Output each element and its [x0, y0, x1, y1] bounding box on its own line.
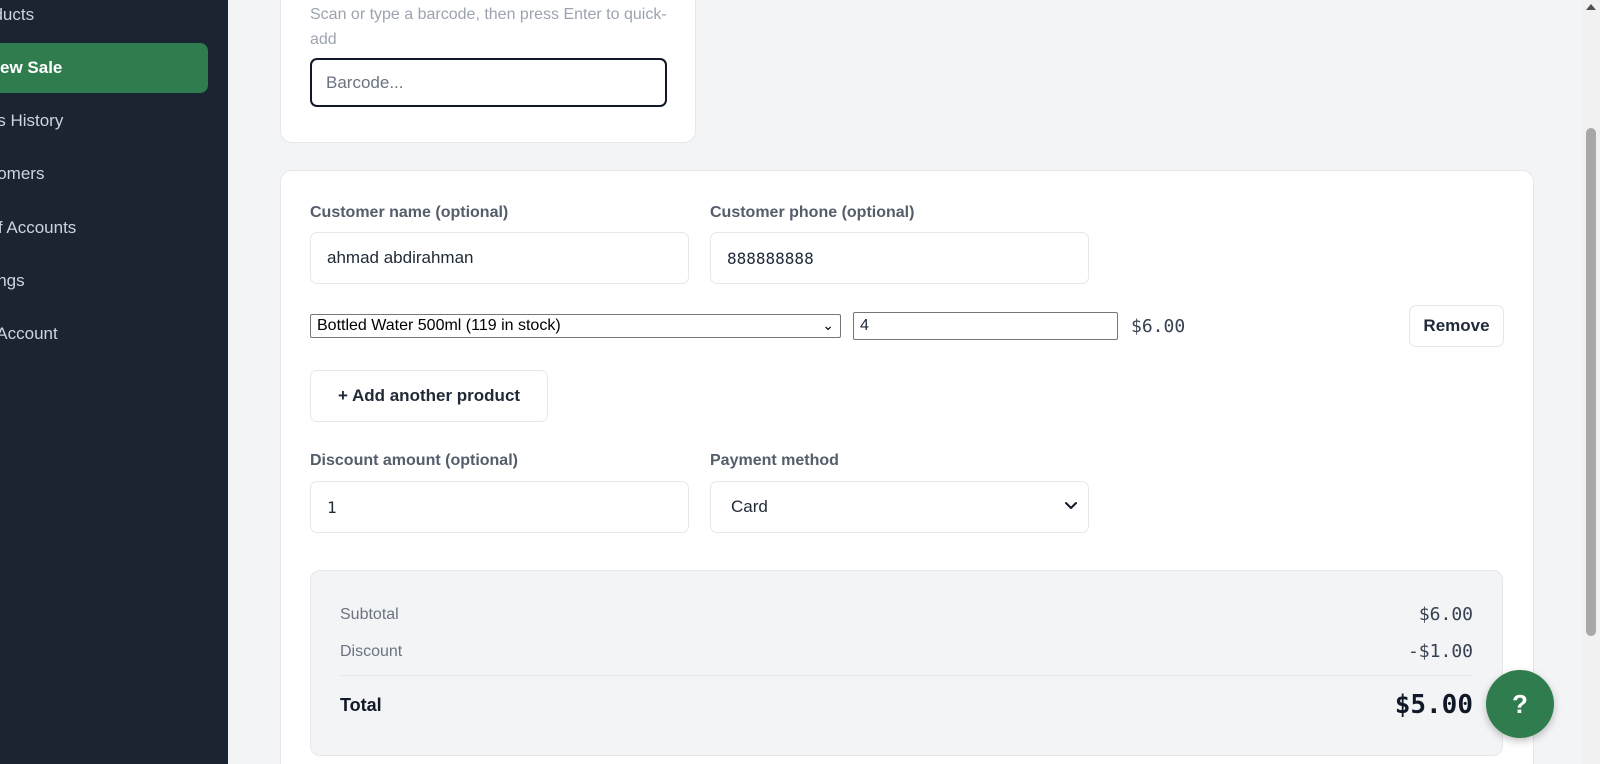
sidebar-item-label: stomers — [0, 164, 45, 183]
chevron-down-icon — [1065, 502, 1077, 509]
remove-button[interactable]: Remove — [1409, 305, 1504, 347]
payment-method-label: Payment method — [710, 452, 839, 469]
customer-name-label: Customer name (optional) — [310, 204, 509, 221]
sidebar-item-label: ttings — [0, 271, 25, 290]
subtotal-value: $6.00 — [1418, 604, 1473, 625]
customer-phone-label: Customer phone (optional) — [710, 204, 915, 221]
sidebar-item-customers[interactable]: stomers — [0, 149, 208, 199]
customer-name-value: ahmad abdirahman — [327, 248, 474, 267]
scrollbar[interactable] — [1582, 0, 1600, 764]
sidebar-item-products[interactable]: oducts — [0, 0, 208, 40]
summary-divider — [340, 675, 1473, 676]
chevron-down-icon: ⌄ — [822, 317, 834, 333]
total-value: $5.00 — [1394, 690, 1473, 720]
scrollbar-thumb[interactable] — [1586, 128, 1596, 636]
discount-summary-value: -$1.00 — [1407, 641, 1473, 662]
line-item-price: $6.00 — [1131, 316, 1186, 337]
subtotal-label: Subtotal — [340, 606, 399, 623]
order-summary: Subtotal $6.00 Discount -$1.00 Total $5.… — [310, 570, 1503, 756]
sidebar-item-my-account[interactable]: y Account — [0, 309, 208, 359]
sidebar-item-label: y Account — [0, 324, 58, 343]
total-label: Total — [340, 695, 382, 715]
discount-value: 1 — [327, 497, 337, 517]
sidebar-item-sales-history[interactable]: les History — [0, 96, 208, 146]
sidebar-item-settings[interactable]: ttings — [0, 256, 208, 306]
quantity-input[interactable]: 4 — [853, 312, 1118, 340]
customer-phone-value: 888888888 — [727, 248, 814, 268]
sidebar-item-label: aff Accounts — [0, 218, 77, 237]
product-select-value: Bottled Water 500ml (119 in stock) — [317, 317, 561, 334]
barcode-hint: Scan or type a barcode, then press Enter… — [310, 6, 667, 48]
help-button[interactable]: ? — [1486, 670, 1554, 738]
sidebar-item-label: les History — [0, 111, 64, 130]
sidebar-item-new-sale[interactable]: ew Sale — [0, 43, 208, 93]
discount-summary-label: Discount — [340, 643, 403, 660]
sidebar-item-label: oducts — [0, 5, 35, 24]
sidebar-item-label: ew Sale — [0, 58, 63, 77]
product-select[interactable]: Bottled Water 500ml (119 in stock) ⌄ — [310, 314, 841, 338]
arrow-up-icon[interactable] — [1586, 4, 1596, 10]
quantity-value: 4 — [860, 317, 869, 334]
discount-label: Discount amount (optional) — [310, 452, 518, 469]
barcode-input[interactable] — [310, 58, 667, 107]
payment-method-value: Card — [731, 497, 768, 516]
payment-method-select[interactable]: Card — [710, 481, 1089, 533]
sidebar: oducts ew Sale les History stomers aff A… — [0, 0, 228, 764]
customer-phone-input[interactable]: 888888888 — [710, 232, 1089, 284]
discount-input[interactable]: 1 — [310, 481, 689, 533]
sidebar-item-staff-accounts[interactable]: aff Accounts — [0, 203, 208, 253]
customer-name-input[interactable]: ahmad abdirahman — [310, 232, 689, 284]
add-product-button[interactable]: + Add another product — [310, 370, 548, 422]
